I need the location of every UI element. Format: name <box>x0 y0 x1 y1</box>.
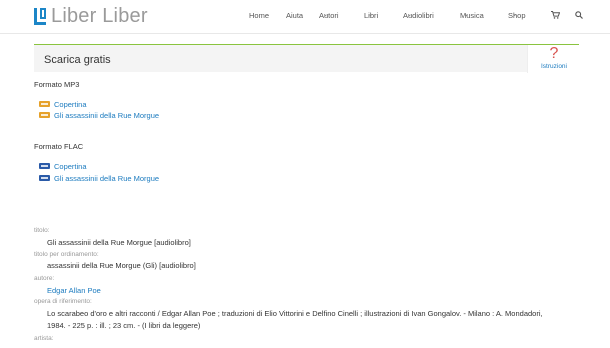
chevron-down-icon: ⌄ <box>464 12 470 18</box>
meta-label-autore: autore: <box>34 275 55 282</box>
panel-title: Scarica gratis <box>44 54 111 66</box>
download-link-flac-cover[interactable]: Copertina <box>39 161 87 171</box>
help-label: Istruzioni <box>540 63 567 70</box>
meta-value-ordinamento: assassinii della Rue Morgue (Gli) [audio… <box>47 261 196 270</box>
download-link-label: Gli assassinii della Rue Morgue <box>54 173 160 183</box>
help-icon: ? <box>549 45 559 62</box>
chevron-down-icon: ⌄ <box>368 12 374 18</box>
meta-value-autore-link[interactable]: Edgar Allan Poe <box>47 286 101 295</box>
flac-icon <box>39 175 50 181</box>
download-panel: Scarica gratis ? Istruzioni <box>34 44 579 73</box>
chevron-down-icon: ⌄ <box>407 12 413 18</box>
meta-value-opera-line1: Lo scarabeo d'oro e altri racconti / Edg… <box>47 309 543 318</box>
flac-icon <box>39 163 50 169</box>
meta-label-opera: opera di riferimento: <box>34 298 92 305</box>
format-label-flac: Formato FLAC <box>34 142 84 151</box>
nav-item-label: Autori <box>319 11 339 20</box>
mp3-icon <box>39 112 50 118</box>
download-link-label: Gli assassinii della Rue Morgue <box>54 110 160 120</box>
nav-item-label: Aiuta <box>286 11 304 20</box>
cart-icon[interactable] <box>551 11 561 21</box>
help-button[interactable]: ? Istruzioni <box>527 45 579 73</box>
meta-value-titolo: Gli assassinii della Rue Morgue [audioli… <box>47 238 191 247</box>
download-link-label: Copertina <box>54 161 87 171</box>
meta-value-opera-line2: 1984. - 225 p. : ill. ; 23 cm. - (I libr… <box>47 321 201 330</box>
site-header: Liber Liber Home Aiuta Autori ⌄ Libri ⌄ Au… <box>0 0 610 34</box>
search-icon[interactable] <box>575 11 583 21</box>
chevron-down-icon: ⌄ <box>323 12 329 18</box>
download-link-mp3-audio[interactable]: Gli assassinii della Rue Morgue <box>39 110 159 120</box>
mp3-icon <box>39 101 50 107</box>
meta-label-titolo: titolo: <box>34 227 50 234</box>
meta-label-artista: artista: <box>34 335 54 342</box>
download-link-mp3-cover[interactable]: Copertina <box>39 99 87 109</box>
chevron-down-icon: ⌄ <box>512 12 518 18</box>
download-link-flac-audio[interactable]: Gli assassinii della Rue Morgue <box>39 173 159 183</box>
meta-label-ordinamento: titolo per ordinamento: <box>34 251 99 258</box>
nav-item-label: Home <box>249 11 270 20</box>
format-label-mp3: Formato MP3 <box>34 80 80 89</box>
download-link-label: Copertina <box>54 99 87 109</box>
main-nav: Home Aiuta Autori ⌄ Libri ⌄ Audiolibri ⌄ Mu… <box>0 11 610 25</box>
